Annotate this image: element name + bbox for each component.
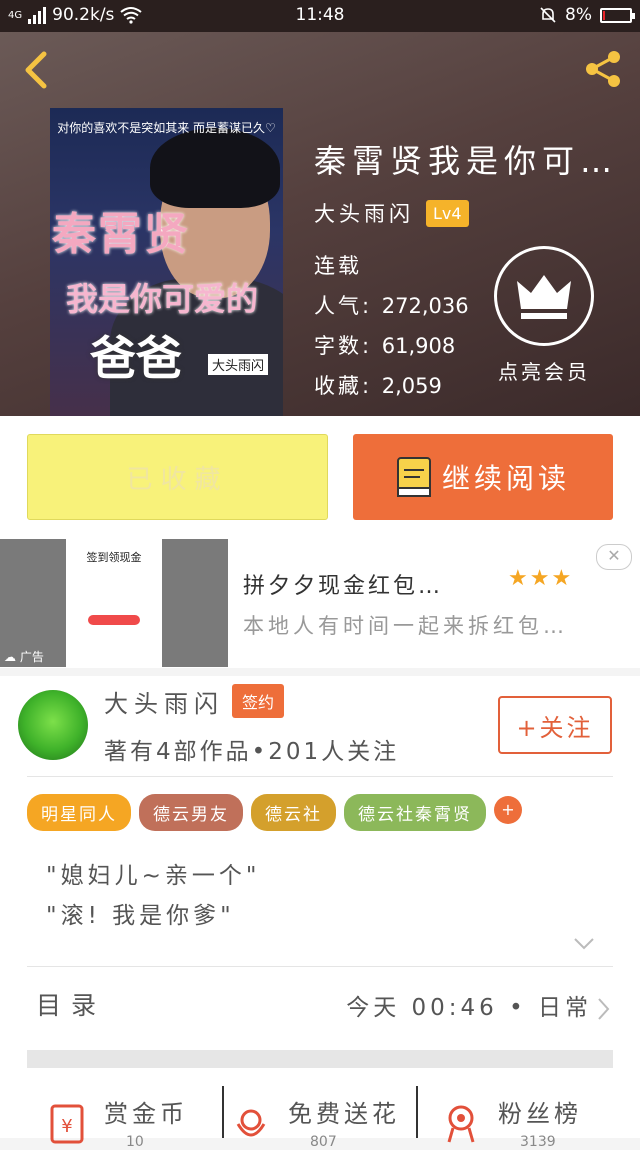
divider (27, 776, 613, 777)
ad-banner[interactable]: 签到领现金 ☁ 广告 拼夕夕现金红包… ★★★ 本地人有时间一起来拆红包… ✕ (0, 538, 640, 668)
ad-tag: ☁ 广告 (4, 648, 44, 665)
writer-stats: 著有4部作品•201人关注 (104, 739, 400, 765)
tag-list: 明星同人 德云男友 德云社 德云社秦霄贤 + (27, 794, 522, 831)
divider (222, 1086, 224, 1138)
writer-name[interactable]: 大头雨闪 (104, 684, 224, 719)
section-separator (27, 1050, 613, 1068)
favorites-label: 收藏: (314, 374, 373, 398)
bell-muted-icon (540, 7, 556, 23)
battery-icon (600, 7, 635, 23)
ad-image-heading: 签到领现金 (86, 551, 142, 564)
close-icon[interactable]: ✕ (596, 544, 632, 570)
book-cover[interactable]: 对你的喜欢不是突如其来 而是蓄谋已久♡ 秦霄贤 我是你可爱的 爸爸 大头雨闪 (50, 108, 283, 416)
fan-ranking-button[interactable]: 粉丝榜 3139 (440, 1086, 610, 1150)
toc-update[interactable]: 今天 00:46 • 日常 (346, 988, 592, 1022)
tag-chip[interactable]: 德云社秦霄贤 (344, 794, 486, 831)
feature-label: 赏金币 (104, 1100, 188, 1128)
status-right: 8% (539, 5, 635, 25)
popularity-label: 人气: (314, 294, 373, 318)
book-status: 连载 (314, 254, 362, 278)
follow-button[interactable]: +关注 (498, 696, 612, 754)
cover-title-line1: 秦霄贤 (52, 209, 190, 260)
avatar[interactable] (18, 690, 88, 760)
words-row: 字数: 61,908 (314, 330, 455, 360)
popularity-value: 272,036 (381, 294, 469, 318)
battery-percent: 8% (565, 5, 592, 25)
feature-label: 免费送花 (288, 1100, 400, 1128)
ad-phone-screen: 签到领现金 (66, 539, 162, 667)
feature-value: 3139 (520, 1134, 556, 1150)
action-row: 已收藏 继续阅读 (0, 416, 640, 538)
ad-tag-label: 广告 (19, 650, 44, 664)
words-value: 61,908 (381, 334, 456, 358)
divider (27, 966, 613, 967)
ad-subtitle: 本地人有时间一起来拆红包… (243, 614, 568, 638)
vip-label[interactable]: 点亮会员 (494, 356, 594, 385)
feature-value: 10 (126, 1134, 144, 1150)
book-header: 对你的喜欢不是突如其来 而是蓄谋已久♡ 秦霄贤 我是你可爱的 爸爸 大头雨闪 秦… (0, 32, 640, 416)
cover-figure-hair (150, 128, 280, 208)
share-icon[interactable] (580, 46, 626, 92)
feature-label: 粉丝榜 (498, 1100, 582, 1128)
more-tags-button[interactable]: + (494, 796, 522, 824)
cover-title-line2: 我是你可爱的 (66, 280, 259, 318)
intro-line2: "滚! 我是你爹" (46, 903, 235, 929)
intro-line1: "媳妇儿~亲一个" (46, 863, 261, 889)
author-line: 大头雨闪 Lv4 (314, 198, 469, 228)
favorites-row: 收藏: 2,059 (314, 370, 442, 400)
tag-chip[interactable]: 德云男友 (139, 794, 243, 831)
cover-author-tag: 大头雨闪 (208, 354, 269, 375)
cloud-icon: ☁ (4, 650, 16, 664)
chevron-left-icon[interactable] (18, 50, 58, 90)
words-label: 字数: (314, 334, 373, 358)
ad-image[interactable]: 签到领现金 ☁ 广告 (0, 539, 228, 667)
toc-label[interactable]: 目录 (36, 986, 106, 1022)
svg-text:¥: ¥ (61, 1116, 72, 1137)
book-title: 秦霄贤我是你可… (314, 142, 619, 180)
cover-title-line3: 爸爸 (90, 331, 182, 385)
chevron-down-icon[interactable] (574, 938, 594, 950)
book-author[interactable]: 大头雨闪 (314, 198, 414, 228)
reward-coins-button[interactable]: ¥ 赏金币 10 (46, 1086, 216, 1150)
feature-value: 807 (310, 1134, 337, 1150)
ad-title[interactable]: 拼夕夕现金红包… (243, 568, 443, 600)
divider (416, 1086, 418, 1138)
cover-tagline: 对你的喜欢不是突如其来 而是蓄谋已久♡ (57, 121, 276, 135)
free-flowers-button[interactable]: 免费送花 807 (230, 1086, 410, 1150)
writer-section: 大头雨闪 签约 著有4部作品•201人关注 +关注 明星同人 德云男友 德云社 … (0, 676, 640, 1150)
ad-rating-stars: ★★★ (508, 566, 574, 591)
level-badge: Lv4 (426, 199, 469, 227)
tag-chip[interactable]: 明星同人 (27, 794, 131, 831)
chevron-right-icon[interactable] (598, 998, 610, 1020)
crown-icon[interactable] (494, 246, 594, 346)
ad-image-button (88, 615, 140, 625)
favorites-value: 2,059 (381, 374, 442, 398)
favorited-button[interactable]: 已收藏 (27, 434, 328, 520)
status-bar: 4G 90.2k/s 11:48 8% (0, 0, 640, 32)
continue-reading-label: 继续阅读 (441, 462, 570, 495)
signed-badge: 签约 (232, 684, 285, 718)
book-icon (396, 457, 431, 497)
popularity-row: 人气: 272,036 (314, 290, 469, 320)
battery-fill (603, 10, 605, 20)
tag-chip[interactable]: 德云社 (251, 794, 336, 831)
continue-reading-button[interactable]: 继续阅读 (353, 434, 613, 520)
